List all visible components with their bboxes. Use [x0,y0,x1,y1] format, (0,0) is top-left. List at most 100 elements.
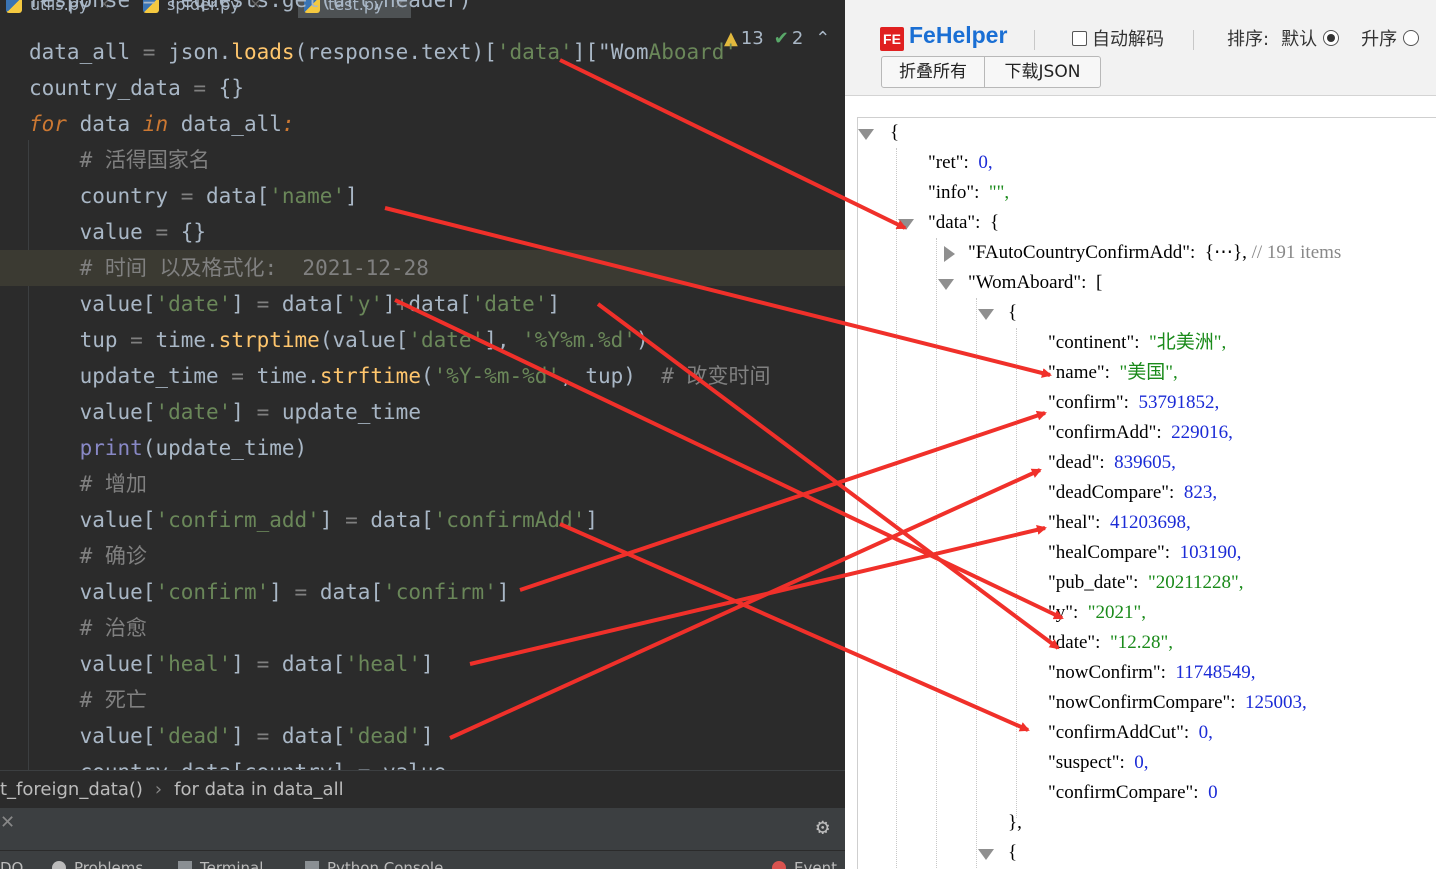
download-json-button[interactable]: 下载JSON [984,56,1101,88]
code-token: 'name' [269,184,346,208]
json-bracket: [ [1095,272,1103,293]
bottom-panel [0,808,845,850]
breadcrumb-function[interactable]: t_foreign_data() [0,779,143,800]
code-line[interactable]: country_data = {} [0,70,845,106]
collapse-toggle-icon[interactable] [898,219,914,230]
json-key: "info": [928,182,980,203]
breadcrumb[interactable]: t_foreign_data() › for data in data_all [0,770,845,808]
json-value: 125003, [1245,692,1307,713]
code-line[interactable]: # 死亡 [0,682,845,718]
sort-options: 排序: 默认 升序 [1227,25,1420,51]
expand-toggle-icon[interactable] [944,246,955,262]
problems-icon [52,861,66,869]
tool-window-event-log[interactable]: Event [772,859,837,869]
code-line[interactable]: value = {} [0,214,845,250]
code-line[interactable]: value['confirm_add'] = data['confirmAdd'… [0,502,845,538]
json-field-row: "suspect": 0, [1048,748,1148,778]
tree-guide [1016,328,1017,818]
tool-window-todo[interactable]: DO [0,859,23,869]
json-value: 839605, [1114,452,1176,473]
checkbox-icon[interactable] [1072,30,1087,46]
json-value: 103190, [1179,542,1242,563]
code-line[interactable]: # 治愈 [0,610,845,646]
code-line[interactable]: update_time = time.strftime('%Y-%m-%d', … [0,358,845,394]
code-token: Aboard' [648,40,738,64]
code-token: {} [218,76,244,100]
json-field-row: "continent": "北美洲", [1048,328,1226,358]
tool-window-label: Terminal [200,859,264,869]
json-collapsed-value[interactable]: {⋯}, [1205,242,1247,263]
code-line[interactable]: for data in data_all: [0,106,845,142]
sort-asc-radio[interactable] [1403,30,1420,46]
code-line[interactable]: country = data['name'] [0,178,845,214]
code-line[interactable]: # 增加 [0,466,845,502]
json-value: 0, [1134,752,1149,773]
code-token: data[ [206,184,270,208]
gear-icon[interactable]: ⚙ [816,815,829,840]
collapse-toggle-icon[interactable] [858,129,874,140]
code-token: strftime [319,364,421,388]
code-token: data_all [29,40,143,64]
code-token: data [66,112,143,136]
code-token: ( [420,364,434,388]
tool-window-python-console[interactable]: Python Console [305,859,443,869]
breadcrumb-loop[interactable]: for data in data_all [174,779,343,800]
json-key: "date": [1048,632,1101,653]
tree-guide [896,148,897,869]
code-line[interactable]: tup = time.strptime(value['date'], '%Y%m… [0,322,845,358]
code-line[interactable]: value['date'] = data['y']+data['date'] [0,286,845,322]
collapse-toggle-icon[interactable] [978,849,994,860]
code-line[interactable]: print(update_time) [0,430,845,466]
code-token: {} [180,220,207,244]
tool-window-bar: DO Problems Terminal Python Console Even… [0,850,845,869]
fehelper-logo: FE [880,27,904,51]
auto-decode-label: 自动解码 [1092,29,1164,50]
code-line[interactable]: data_all = json.loads(response.text)['da… [0,34,845,70]
code-line[interactable]: value['heal'] = data['heal'] [0,646,845,682]
tool-window-problems[interactable]: Problems [52,859,143,869]
code-token: response = requests.get(url,header) [29,0,472,12]
fold-all-button[interactable]: 折叠所有 [881,56,985,88]
json-value: 41203698, [1109,512,1191,533]
code-token: = [155,220,181,244]
code-line[interactable]: value['date'] = update_time [0,394,845,430]
collapse-toggle-icon[interactable] [938,279,954,290]
code-token: (response.text)[ [294,40,497,64]
code-line[interactable]: # 时间 以及格式化: 2021-12-28 [0,250,845,286]
json-key: "dead": [1048,452,1105,473]
code-token: = [130,328,156,352]
tool-window-label: DO [0,859,24,869]
collapse-toggle-icon[interactable] [978,309,994,320]
code-token: # 增加 [29,472,147,496]
code-token: = [231,364,257,388]
sort-default-radio[interactable] [1323,30,1340,46]
json-value: 823, [1183,482,1218,503]
code-token: data[ [281,724,346,748]
code-line[interactable]: # 确诊 [0,538,845,574]
code-line[interactable]: response = requests.get(url,header) [0,0,845,18]
json-value: 229016, [1171,422,1233,443]
code-token: tup [29,328,131,352]
tool-window-label: Problems [74,859,144,869]
tool-window-terminal[interactable]: Terminal [178,859,263,869]
json-field-row: "confirmCompare": 0 [1048,778,1218,808]
code-line[interactable]: value['dead'] = data['dead'] [0,718,845,754]
code-token: 'heal' [155,652,232,676]
code-line[interactable]: value['confirm'] = data['confirm'] [0,574,845,610]
code-token: 'date' [155,400,232,424]
json-field-row: "nowConfirmCompare": 125003, [1048,688,1307,718]
json-field-row: "dead": 839605, [1048,448,1176,478]
code-token: # 死亡 [29,688,147,712]
code-line[interactable]: # 活得国家名 [0,142,845,178]
json-field-row: "name": "美国", [1048,358,1178,388]
json-value: "北美洲", [1149,332,1227,353]
code-token: ] [585,508,598,532]
code-token: data[ [281,652,346,676]
code-token: ] [383,292,396,316]
close-icon[interactable]: ✕ [0,812,15,833]
json-row-ret: "ret": 0, [928,148,993,178]
code-token: 'y' [345,292,384,316]
auto-decode-checkbox[interactable]: 自动解码 [1072,25,1164,51]
code-token: (value[ [319,328,409,352]
json-key: "ret": [928,152,969,173]
